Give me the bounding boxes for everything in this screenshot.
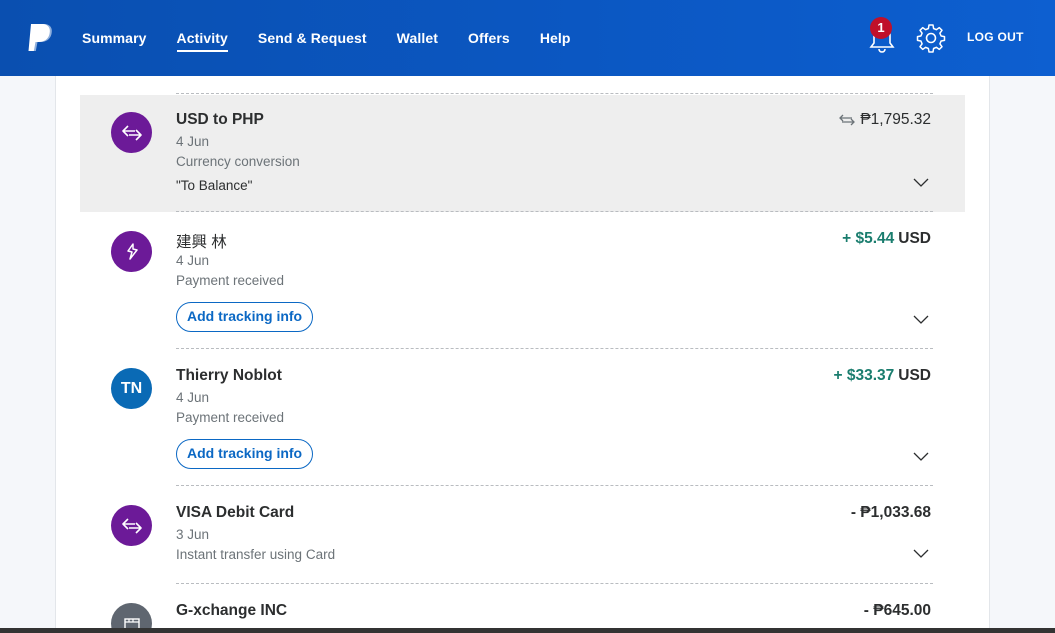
transaction-amount: - ₱1,033.68 xyxy=(851,504,931,522)
gear-icon[interactable] xyxy=(916,23,946,53)
transaction-amount: - ₱645.00 xyxy=(864,602,931,620)
divider xyxy=(176,348,933,349)
transaction-date: 4 Jun xyxy=(176,134,210,149)
divider xyxy=(176,211,933,212)
nav-wallet[interactable]: Wallet xyxy=(397,24,438,52)
nav-activity[interactable]: Activity xyxy=(176,24,229,52)
transaction-date: 3 Jun xyxy=(176,527,210,542)
main-nav: Summary Activity Send & Request Wallet O… xyxy=(82,0,601,76)
payment-received-icon xyxy=(126,242,138,260)
transaction-avatar xyxy=(111,231,152,272)
transaction-amount: + $5.44 USD xyxy=(842,230,931,248)
avatar-initials: TN xyxy=(120,379,143,397)
window-bottom-edge xyxy=(0,628,1055,633)
amount-value: ₱1,795.32 xyxy=(860,111,931,128)
conversion-icon xyxy=(839,114,856,126)
amount-value: - ₱1,033.68 xyxy=(850,504,931,521)
transaction-name: VISA Debit Card xyxy=(176,504,295,521)
amount-value: + $5.44 xyxy=(842,230,895,247)
transaction-avatar xyxy=(111,505,152,546)
transaction-amount: ₱1,795.32 xyxy=(839,111,931,129)
nav-help[interactable]: Help xyxy=(540,24,571,52)
transaction-avatar: TN xyxy=(111,368,152,409)
divider xyxy=(176,93,933,94)
amount-currency: USD xyxy=(898,367,931,384)
amount-value: - ₱645.00 xyxy=(863,602,931,619)
nav-send-request[interactable]: Send & Request xyxy=(258,24,367,52)
transaction-description: Currency conversion xyxy=(176,154,300,169)
logout-button[interactable]: LOG OUT xyxy=(967,30,1024,44)
transaction-amount: + $33.37 USD xyxy=(833,367,931,385)
activity-list: USD to PHP 4 Jun Currency conversion "To… xyxy=(55,76,990,633)
transaction-name: G-xchange INC xyxy=(176,602,288,619)
exchange-icon xyxy=(121,517,142,534)
chevron-down-icon[interactable] xyxy=(913,452,929,462)
nav-summary[interactable]: Summary xyxy=(82,24,147,52)
transaction-description: Instant transfer using Card xyxy=(176,547,336,562)
paypal-logo-icon[interactable] xyxy=(27,22,55,54)
notification-badge[interactable]: 1 xyxy=(870,17,892,39)
transaction-date: 4 Jun xyxy=(176,390,210,405)
transaction-description: Payment received xyxy=(176,410,285,425)
exchange-icon xyxy=(121,124,142,141)
chevron-down-icon[interactable] xyxy=(913,315,929,325)
add-tracking-info-button[interactable]: Add tracking info xyxy=(176,439,314,469)
transaction-name: 建興 林 xyxy=(176,234,227,251)
transaction-name: USD to PHP xyxy=(176,111,264,128)
transaction-name: Thierry Noblot xyxy=(176,367,282,384)
top-nav-bar: Summary Activity Send & Request Wallet O… xyxy=(0,0,1055,76)
transaction-note: "To Balance" xyxy=(176,178,253,193)
chevron-down-icon[interactable] xyxy=(913,178,929,188)
divider xyxy=(176,485,933,486)
amount-currency: USD xyxy=(898,230,931,247)
chevron-down-icon[interactable] xyxy=(913,549,929,559)
add-tracking-info-button[interactable]: Add tracking info xyxy=(176,302,314,332)
nav-offers[interactable]: Offers xyxy=(468,24,510,52)
divider xyxy=(176,583,933,584)
transaction-avatar xyxy=(111,112,152,153)
transaction-date: 4 Jun xyxy=(176,253,210,268)
transaction-description: Payment received xyxy=(176,273,285,288)
amount-value: + $33.37 xyxy=(833,367,895,384)
